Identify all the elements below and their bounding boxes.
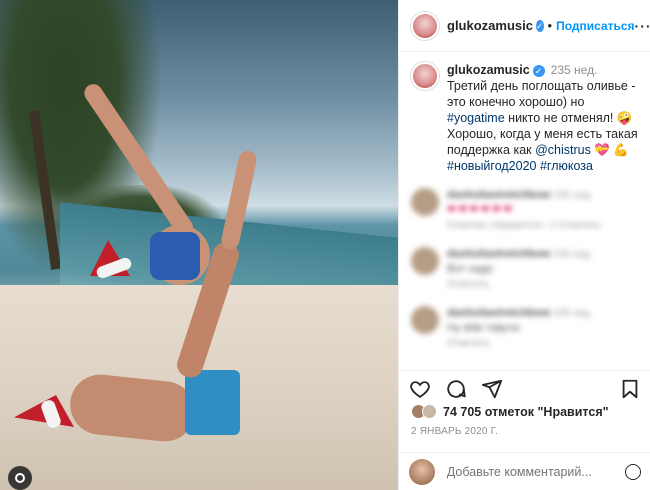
caption-time[interactable]: 235 нед.: [551, 63, 598, 77]
comment-input[interactable]: [446, 464, 626, 479]
man-shorts: [185, 370, 240, 435]
heart-icon[interactable]: [409, 378, 431, 400]
comment-time: 235 нед.: [553, 308, 593, 319]
comment-text: ❤❤❤❤❤❤: [447, 204, 515, 216]
hashtag-link[interactable]: #глюкоза: [540, 159, 593, 173]
comment-text: Ну вбм тавучо: [447, 322, 520, 334]
bookmark-icon[interactable]: [619, 378, 641, 400]
commenter-avatar[interactable]: [411, 247, 439, 275]
comments-list: dashuliastretchbow 235 нед. ❤❤❤❤❤❤ Отмет…: [399, 174, 650, 351]
post-date[interactable]: 2 ЯНВАРЬ 2020 Г.: [411, 426, 498, 437]
follow-button[interactable]: Подписаться: [556, 19, 634, 33]
post-side-panel: glukozamusic ✓ • Подписаться ··· glukoza…: [398, 0, 650, 490]
comment-meta[interactable]: Ответить: [447, 338, 490, 349]
commenter-username[interactable]: dashuliastretchbow: [447, 307, 550, 319]
more-icon[interactable]: ···: [635, 18, 650, 34]
separator-dot: •: [547, 18, 553, 33]
liker-avatar: [422, 404, 437, 419]
likes-count[interactable]: 74 705 отметок "Нравится": [443, 405, 609, 419]
post-photo[interactable]: [0, 0, 398, 490]
caption-text: никто не отменял! 🤪: [504, 111, 633, 125]
comment-icon[interactable]: [445, 378, 467, 400]
commenter-username[interactable]: dashuliastretchbow: [447, 248, 550, 260]
comment-time: 235 нед.: [553, 249, 593, 260]
share-icon[interactable]: [481, 378, 503, 400]
author-avatar[interactable]: [411, 11, 439, 40]
comment-text: Вот надо: [447, 263, 494, 275]
comment-time: 235 нед.: [553, 190, 593, 201]
caption-text: Третий день поглощать оливье - это конеч…: [447, 79, 636, 109]
comment-item: dashuliastretchbow 235 нед. Вот надо Отв…: [411, 247, 638, 292]
add-comment-bar: [399, 452, 650, 490]
caption-avatar[interactable]: [411, 62, 439, 90]
hashtag-link[interactable]: #yogatime: [447, 111, 505, 125]
verified-icon: ✓: [535, 19, 544, 32]
post-caption: glukozamusic ✓ 235 нед. Третий день поглощ…: [399, 52, 650, 174]
commenter-username[interactable]: dashuliastretchbow: [447, 189, 550, 201]
caption-username[interactable]: glukozamusic: [447, 63, 530, 77]
commenter-avatar[interactable]: [411, 306, 439, 334]
comment-item: dashuliastretchbow 235 нед. ❤❤❤❤❤❤ Отмет…: [411, 188, 638, 233]
caption-text: 💝 💪: [590, 143, 629, 157]
hashtag-link[interactable]: #новыйгод2020: [447, 159, 536, 173]
comment-item: dashuliastretchbow 235 нед. Ну вбм тавуч…: [411, 306, 638, 351]
comment-meta[interactable]: Ответить: [447, 279, 490, 290]
tagged-people-button[interactable]: [8, 466, 32, 490]
comment-meta[interactable]: Отметки «Нравится»: 1 Ответить: [447, 220, 601, 231]
mention-link[interactable]: @chistrus: [535, 143, 591, 157]
post-header: glukozamusic ✓ • Подписаться ···: [399, 0, 650, 52]
woman-bikini: [150, 232, 200, 280]
current-user-avatar: [409, 458, 435, 485]
likes-row[interactable]: 74 705 отметок "Нравится": [411, 404, 609, 419]
post-actions: [399, 370, 650, 406]
user-icon: [15, 473, 25, 483]
caption-body: glukozamusic ✓ 235 нед. Третий день поглощ…: [447, 62, 638, 174]
verified-icon: ✓: [532, 64, 545, 77]
author-username[interactable]: glukozamusic: [447, 18, 533, 33]
emoji-icon[interactable]: [625, 463, 641, 480]
commenter-avatar[interactable]: [411, 188, 439, 216]
